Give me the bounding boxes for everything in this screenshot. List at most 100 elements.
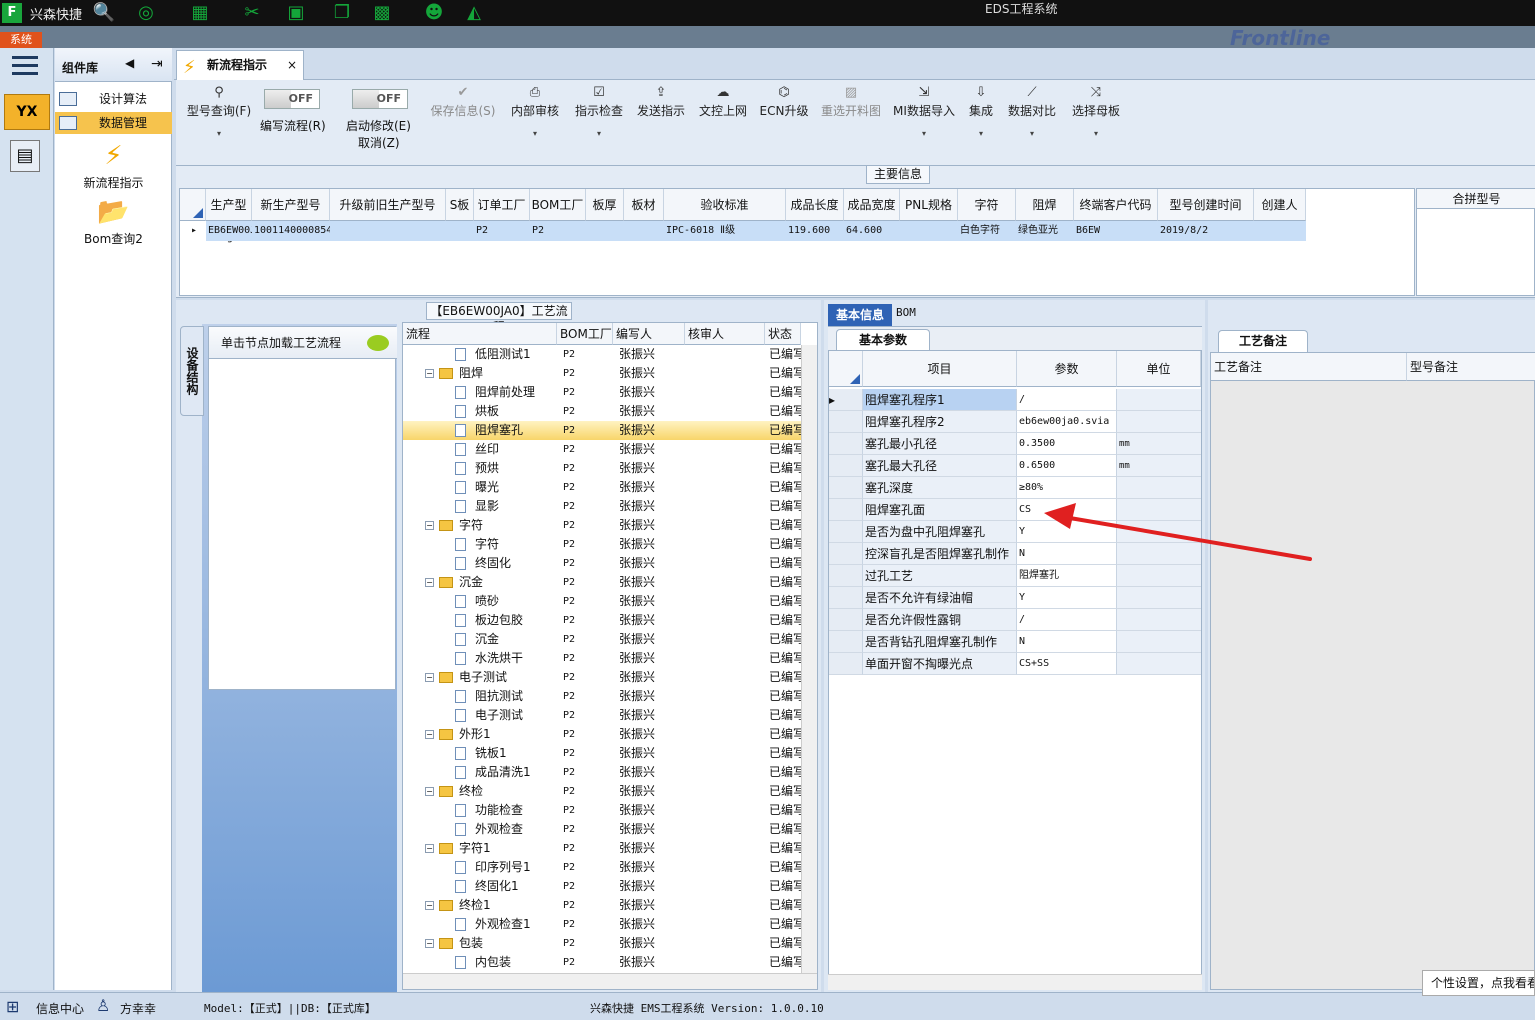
grid-header-cell[interactable]: 验收标准: [664, 189, 786, 221]
tab-basic-params[interactable]: 基本参数: [836, 329, 930, 351]
param-value[interactable]: 0.3500: [1017, 433, 1117, 455]
tree-row[interactable]: 曝光 P2 张振兴 已编写: [403, 478, 801, 497]
grid-header-cell[interactable]: 生产型号: [206, 189, 252, 244]
row-selector[interactable]: [829, 499, 863, 521]
system-menu[interactable]: 系统: [0, 32, 42, 48]
new-process-instruction-item[interactable]: ⚡ 新流程指示: [55, 138, 172, 191]
grid-cell[interactable]: 64.600: [844, 221, 900, 241]
tree-row[interactable]: 外观检查 P2 张振兴 已编写: [403, 820, 801, 839]
tree-row[interactable]: 低阻测试1 P2 张振兴 已编写: [403, 345, 801, 364]
row-selector[interactable]: [829, 653, 863, 675]
calculator-icon[interactable]: ▤: [10, 140, 40, 172]
tree-row[interactable]: 显影 P2 张振兴 已编写: [403, 497, 801, 516]
grid-cell[interactable]: 绿色亚光: [1016, 221, 1074, 241]
collapse-icon[interactable]: −: [425, 939, 434, 948]
collapse-icon[interactable]: −: [425, 369, 434, 378]
param-value[interactable]: N: [1017, 631, 1117, 653]
tree-row[interactable]: 水洗烘干 P2 张振兴 已编写: [403, 649, 801, 668]
tree-row[interactable]: 沉金 P2 张振兴 已编写: [403, 630, 801, 649]
instruction-check-button[interactable]: ☑ 指示检查 ▾: [572, 84, 626, 138]
params-header-cell[interactable]: 单位: [1117, 351, 1201, 387]
tree-row[interactable]: − 包装 P2 张振兴 已编写: [403, 934, 801, 953]
grid-cell[interactable]: [330, 221, 446, 241]
save-info-button[interactable]: ✔ 保存信息(S): [428, 84, 498, 119]
grid-cell[interactable]: [624, 221, 664, 241]
write-process-toggle[interactable]: OFF: [264, 89, 320, 109]
tab-new-process-instruction[interactable]: ⚡ 新流程指示 ×: [176, 50, 304, 80]
component-item-data-management[interactable]: 数据管理: [55, 112, 172, 134]
tree-vertical-scrollbar[interactable]: [801, 345, 817, 973]
collapse-icon[interactable]: −: [425, 844, 434, 853]
grid-header-cell[interactable]: 阻焊: [1016, 189, 1074, 221]
grid-header-cell[interactable]: 新生产型号: [252, 189, 330, 221]
grid-row-selector[interactable]: ▸: [180, 221, 206, 241]
grid-cell[interactable]: P2: [530, 221, 586, 241]
param-value[interactable]: /: [1017, 609, 1117, 631]
tree-header-cell[interactable]: 状态: [765, 323, 801, 345]
yx-module-icon[interactable]: YX: [4, 94, 50, 130]
tree-row[interactable]: 铣板1 P2 张振兴 已编写: [403, 744, 801, 763]
grid-header-cell[interactable]: 字符: [958, 189, 1016, 221]
select-mother-board-button[interactable]: ⤨ 选择母板 ▾: [1068, 84, 1124, 138]
row-selector[interactable]: [829, 411, 863, 433]
params-row[interactable]: 塞孔最小孔径 0.3500 mm: [829, 433, 1201, 455]
grid-cell[interactable]: 119.600: [786, 221, 844, 241]
tree-row[interactable]: − 字符 P2 张振兴 已编写: [403, 516, 801, 535]
grid-cell[interactable]: 10011400008544: [252, 221, 330, 241]
params-row[interactable]: 塞孔最大孔径 0.6500 mm: [829, 455, 1201, 477]
search-icon[interactable]: 🔍: [92, 3, 116, 23]
tree-row[interactable]: 内包装 P2 张振兴 已编写: [403, 953, 801, 972]
tree-row[interactable]: 烘板 P2 张振兴 已编写: [403, 402, 801, 421]
row-selector[interactable]: [829, 433, 863, 455]
grid-cell[interactable]: [586, 221, 624, 241]
personal-settings-popup[interactable]: 个性设置，点我看看: [1422, 970, 1535, 996]
tree-row[interactable]: 外观检查1 P2 张振兴 已编写: [403, 915, 801, 934]
tree-row[interactable]: 板边包胶 P2 张振兴 已编写: [403, 611, 801, 630]
grid-cell[interactable]: 2019/8/2: [1158, 221, 1254, 241]
send-instruction-button[interactable]: ⇪ 发送指示: [634, 84, 688, 119]
grid-cell[interactable]: EB6EW00JA0: [206, 221, 252, 241]
model-query-button[interactable]: ⚲ 型号查询(F) ▾: [182, 84, 256, 138]
grid-cell[interactable]: [900, 221, 958, 241]
tree-row[interactable]: 字符 P2 张振兴 已编写: [403, 535, 801, 554]
params-row[interactable]: 阻焊塞孔程序2 eb6ew00ja0.svia: [829, 411, 1201, 433]
tree-row[interactable]: 预烘 P2 张振兴 已编写: [403, 459, 801, 478]
grid-cell[interactable]: [1254, 221, 1306, 241]
tab-basic-info[interactable]: 基本信息: [828, 304, 892, 326]
grid-header-cell[interactable]: 板材: [624, 189, 664, 221]
reselect-chart-button[interactable]: ▨ 重选开料图: [818, 84, 884, 119]
tree-row[interactable]: 喷砂 P2 张振兴 已编写: [403, 592, 801, 611]
row-selector[interactable]: [829, 521, 863, 543]
param-value[interactable]: eb6ew00ja0.svia: [1017, 411, 1117, 433]
film-icon[interactable]: ▣: [284, 3, 308, 23]
params-row[interactable]: 单面开窗不掏曝光点 CS+SS: [829, 653, 1201, 675]
tree-row[interactable]: 印序列号1 P2 张振兴 已编写: [403, 858, 801, 877]
grid-header-cell[interactable]: 订单工厂: [474, 189, 530, 221]
grid-header-cell[interactable]: S板: [446, 189, 474, 221]
integrate-button[interactable]: ⇩ 集成 ▾: [964, 84, 998, 138]
row-selector[interactable]: [829, 477, 863, 499]
params-row[interactable]: ▸ 阻焊塞孔程序1/: [829, 389, 1201, 411]
params-header-cell[interactable]: 项目: [863, 351, 1017, 387]
row-selector[interactable]: [829, 455, 863, 477]
tree-row[interactable]: 终固化 P2 张振兴 已编写: [403, 554, 801, 573]
user-icon[interactable]: ☻: [422, 3, 446, 23]
tree-row[interactable]: 成品清洗1 P2 张振兴 已编写: [403, 763, 801, 782]
cancel-label[interactable]: 取消(Z): [358, 134, 400, 151]
row-selector[interactable]: [829, 587, 863, 609]
apps-icon[interactable]: ▩: [370, 3, 394, 23]
grid-icon[interactable]: ▦: [188, 3, 212, 23]
dock-icon[interactable]: ⇥: [151, 56, 163, 72]
mi-import-button[interactable]: ⇲ MI数据导入 ▾: [892, 84, 956, 138]
tree-row[interactable]: 阻焊前处理 P2 张振兴 已编写: [403, 383, 801, 402]
tree-row[interactable]: − 沉金 P2 张振兴 已编写: [403, 573, 801, 592]
tree-row[interactable]: 阻焊塞孔 P2 张振兴 已编写: [403, 421, 801, 440]
grid-header-cell[interactable]: BOM工厂: [530, 189, 586, 221]
tree-header-cell[interactable]: BOM工厂: [557, 323, 613, 345]
hamburger-menu-icon[interactable]: [12, 56, 38, 76]
doc-upload-button[interactable]: ☁ 文控上网: [696, 84, 750, 119]
ecn-upgrade-button[interactable]: ⌬ ECN升级: [758, 84, 810, 119]
bom-query-item[interactable]: 📂 Bom查询2: [55, 194, 172, 247]
tree-row[interactable]: − 外形1 P2 张振兴 已编写: [403, 725, 801, 744]
grid-header-cell[interactable]: 成品长度: [786, 189, 844, 221]
